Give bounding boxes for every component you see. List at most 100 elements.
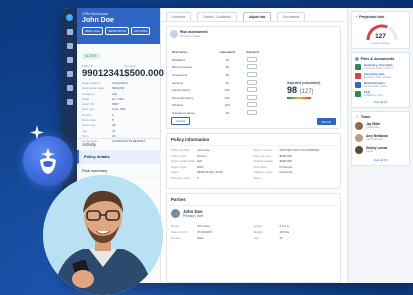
file-item[interactable]: Insurance plan Premium | Risk | Policies xyxy=(352,71,409,80)
adjusted-input[interactable] xyxy=(247,94,258,100)
adjusted-value: 98 xyxy=(287,85,298,95)
file-item[interactable]: Medical history Health history | Exam xyxy=(352,80,409,89)
info-value: Male xyxy=(197,236,204,240)
actions-button[interactable]: ACTIONS xyxy=(130,27,151,35)
risk-factor: Cholesterol xyxy=(172,72,188,77)
parties-card: Parties John Doe Primary | Self Name John… xyxy=(166,193,341,283)
risk-row: General 40 xyxy=(172,79,264,87)
activity-item-policy-details[interactable]: Policy details xyxy=(77,150,161,164)
adjusted-input[interactable] xyxy=(247,64,258,70)
risk-row: Cholesterol 30 xyxy=(172,71,264,79)
team-title: Team xyxy=(360,115,371,119)
risk-factor: Tobacco xyxy=(172,103,184,108)
party-details-right: Height 6 ft 2 in Weight 195 lbs Age 47 xyxy=(254,223,337,241)
adjusted-input[interactable] xyxy=(247,87,258,93)
info-row: State xyxy=(254,176,337,182)
file-item[interactable]: Summary of benefits Commons | Risk | Poli… xyxy=(352,62,409,71)
party-avatar xyxy=(171,209,180,218)
chart-icon[interactable] xyxy=(66,85,73,91)
ai-assistant-badge xyxy=(23,136,73,186)
policy-info-right: Policy number ZACK987 ANN C/O MARKED Face … xyxy=(254,148,337,182)
search-icon[interactable] xyxy=(66,43,73,49)
risk-calculated: 40 xyxy=(225,80,229,85)
tab-3[interactable]: Documents xyxy=(277,12,306,21)
avatar xyxy=(355,134,363,142)
field-value: Cust. Whl xyxy=(112,107,126,112)
info-value: 47 xyxy=(279,236,283,240)
column-header: Calculated xyxy=(219,50,235,54)
adjusted-input[interactable] xyxy=(247,56,258,62)
info-value: Preferred xyxy=(279,170,293,175)
adjusted-score: Adjusted (calculated) 98 (127) xyxy=(287,81,320,99)
info-value: 56002 Bobby Smith xyxy=(197,170,224,175)
customer-fields: Date created 10/12/2019 Application date 08… xyxy=(77,79,160,145)
risk-factor: Family history xyxy=(172,88,191,93)
adjusted-input[interactable] xyxy=(247,79,258,85)
customer-label: CRM Workspace xyxy=(82,12,109,16)
new-call-button[interactable]: NEW CALL xyxy=(82,27,104,35)
info-label: Gender xyxy=(171,236,182,240)
tab-0[interactable]: Overview xyxy=(166,12,192,21)
risk-calculated: 30 xyxy=(225,110,229,115)
file-subtitle: Guidelines | Help xyxy=(364,93,383,97)
home-icon[interactable] xyxy=(66,29,73,35)
policy-number: 99012341 xyxy=(82,68,125,79)
calculated-value: (127) xyxy=(299,89,314,95)
info-label: Premium class xyxy=(171,175,191,180)
risk-calculated: 30 xyxy=(225,65,229,70)
projected-risk-title: Projected risk xyxy=(359,15,385,19)
risk-factor: Blood pressure xyxy=(172,65,193,70)
activity-header: Activity xyxy=(77,138,161,150)
risk-factor: Build/Diet xyxy=(172,57,185,62)
folder-icon[interactable] xyxy=(66,57,73,63)
status-badge: ACTIVE xyxy=(82,53,100,59)
avatar xyxy=(355,146,363,154)
party-details-left: Name John Doe Date of birth 07/29/1972 Gende… xyxy=(171,223,254,241)
team-card: ☺ Team Jay Miller Underwriter Amy Belladoia… xyxy=(351,111,410,166)
team-member[interactable]: Jay Miller Underwriter xyxy=(352,120,409,132)
info-label: Age xyxy=(253,236,259,240)
tab-1[interactable]: Details / Conditions xyxy=(197,12,237,21)
team-member[interactable]: Sidney Lamas Agent xyxy=(352,144,409,156)
risk-calculated: 100 xyxy=(224,88,230,93)
projected-risk-card: ◔ Projected risk 127 Lower is better xyxy=(351,11,410,49)
file-subtitle: Health history | Exam xyxy=(364,84,388,88)
info-value: 5 xyxy=(197,175,199,180)
cancel-button[interactable]: Cancel xyxy=(171,117,191,125)
risk-row: Substance abuse 30 xyxy=(172,109,264,117)
activity-panel: Activity Policy details Risk summary xyxy=(77,138,161,178)
adjusted-input[interactable] xyxy=(247,109,258,115)
risk-calculated: 40 xyxy=(225,57,229,62)
adjusted-input[interactable] xyxy=(247,102,258,108)
premium-value: $500.000 xyxy=(124,68,164,79)
document-icon xyxy=(355,81,361,88)
risk-row: Tobacco 100 xyxy=(172,102,264,110)
submit-button[interactable]: Submit xyxy=(316,118,336,125)
tab-2[interactable]: Adjust risk xyxy=(242,12,272,21)
file-item[interactable]: FAQ Guidelines | Help xyxy=(352,89,409,98)
risk-row: Personal history 100 xyxy=(172,94,264,102)
files-view-all-link[interactable]: View all (5) xyxy=(352,98,409,107)
risk-subtitle: Review & adjust xyxy=(180,34,201,38)
projected-risk-sub: Lower is better xyxy=(371,41,390,45)
adjusted-input[interactable] xyxy=(247,71,258,77)
files-card: ▤ Files & documents Summary of benefits Co… xyxy=(351,52,410,108)
people-icon[interactable] xyxy=(66,71,73,77)
team-member[interactable]: Amy Belladoia Case Manager xyxy=(352,132,409,144)
projected-risk-value: 127 xyxy=(375,33,386,40)
risk-calculated: 100 xyxy=(224,103,230,108)
risk-row: Blood pressure 30 xyxy=(172,64,264,72)
person-photo xyxy=(43,175,163,295)
risk-factor: Substance abuse xyxy=(172,110,196,115)
member-role: Case Manager xyxy=(366,138,384,142)
tab-bar: Overview Details / Conditions Adjust risk D… xyxy=(162,8,345,22)
settings-icon[interactable] xyxy=(66,99,73,105)
right-sidebar: ◔ Projected risk 127 Lower is better ▤ Fil… xyxy=(347,8,413,283)
team-view-all-link[interactable]: View all (5) xyxy=(352,156,409,165)
info-row: Premium class 5 xyxy=(171,176,254,182)
files-title: Files & documents xyxy=(360,56,395,61)
parties-title: Parties xyxy=(167,194,340,206)
send-note-button[interactable]: SEND NOTE xyxy=(105,27,129,35)
risk-calculated: 100 xyxy=(224,95,230,100)
customer-header: CRM Workspace John Doe NEW CALL SEND NOT… xyxy=(77,8,160,44)
